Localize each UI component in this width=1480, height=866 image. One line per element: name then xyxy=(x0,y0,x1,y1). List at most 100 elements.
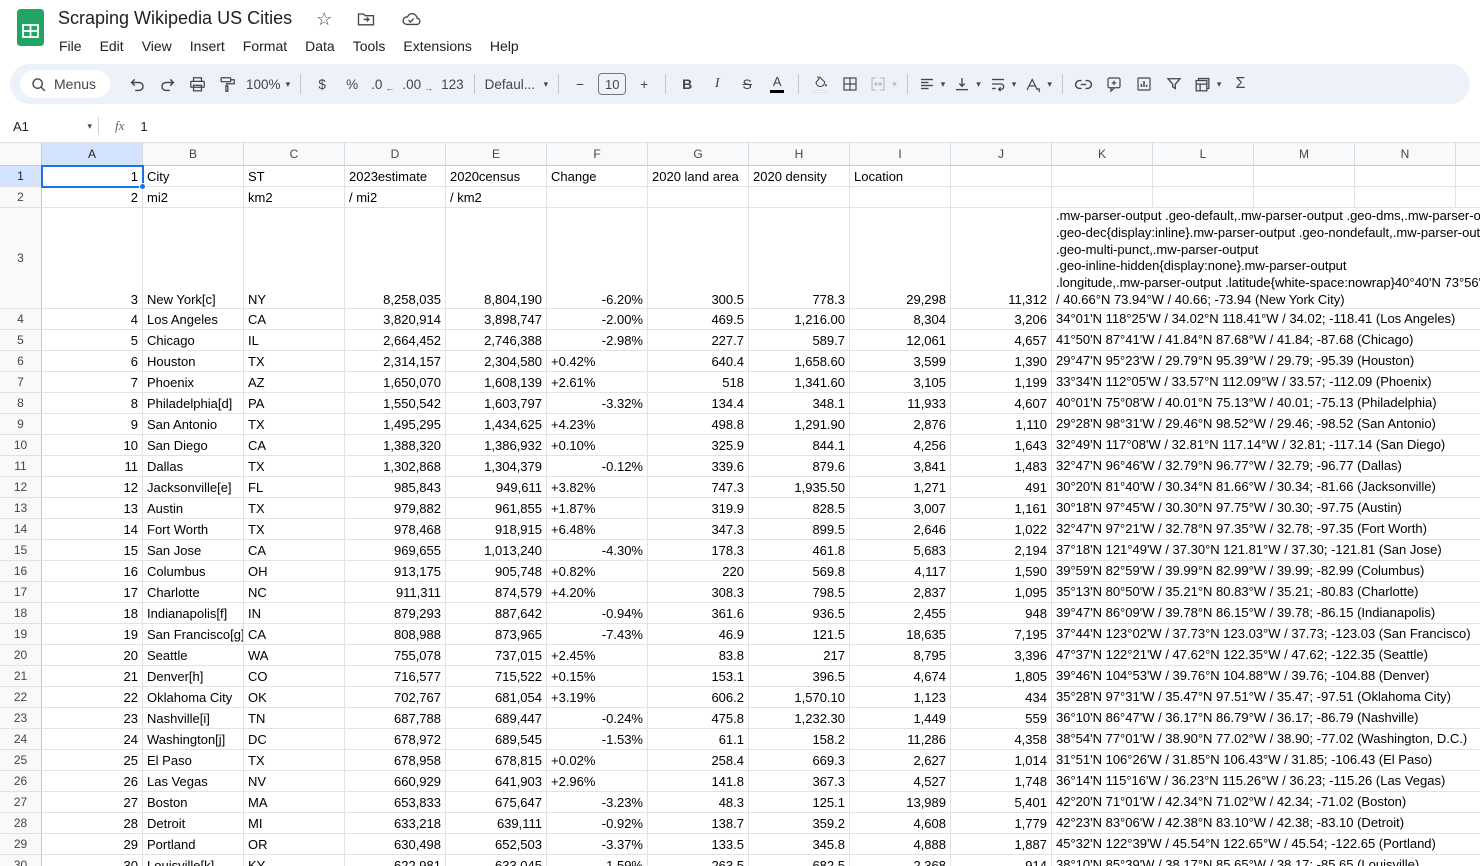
cell-A5[interactable]: 5 xyxy=(42,330,143,350)
cell-partial28[interactable] xyxy=(1456,813,1480,833)
cell-D19[interactable]: 808,988 xyxy=(345,624,446,644)
cell-B26[interactable]: Las Vegas xyxy=(143,771,244,791)
cell-G17[interactable]: 308.3 xyxy=(648,582,749,602)
cell-C17[interactable]: NC xyxy=(244,582,345,602)
cell-H16[interactable]: 569.8 xyxy=(749,561,850,581)
column-header-D[interactable]: D xyxy=(345,143,446,166)
cell-F1[interactable]: Change xyxy=(547,166,648,186)
cell-E6[interactable]: 2,304,580 xyxy=(446,351,547,371)
cell-K30[interactable]: 38°10'N 85°39'W / 38.17°N 85.65°W / 38.1… xyxy=(1052,855,1153,866)
column-header-B[interactable]: B xyxy=(143,143,244,166)
cell-B11[interactable]: Dallas xyxy=(143,456,244,476)
decrease-decimal-button[interactable]: .0← xyxy=(367,70,398,98)
cell-C16[interactable]: OH xyxy=(244,561,345,581)
column-header-A[interactable]: A xyxy=(42,143,143,166)
cell-F14[interactable]: +6.48% xyxy=(547,519,648,539)
menu-edit[interactable]: Edit xyxy=(91,35,133,57)
cell-E4[interactable]: 3,898,747 xyxy=(446,309,547,329)
row-header-10[interactable]: 10 xyxy=(0,435,42,455)
cell-J2[interactable] xyxy=(951,187,1052,207)
cell-G19[interactable]: 46.9 xyxy=(648,624,749,644)
cell-G3[interactable]: 300.5 xyxy=(648,208,749,308)
cell-A16[interactable]: 16 xyxy=(42,561,143,581)
cell-K6[interactable]: 29°47'N 95°23'W / 29.79°N 95.39°W / 29.7… xyxy=(1052,351,1153,371)
menu-file[interactable]: File xyxy=(50,35,91,57)
cell-B10[interactable]: San Diego xyxy=(143,435,244,455)
cell-C4[interactable]: CA xyxy=(244,309,345,329)
functions-button[interactable]: Σ xyxy=(1225,70,1255,98)
cell-D6[interactable]: 2,314,157 xyxy=(345,351,446,371)
cell-partial25[interactable] xyxy=(1456,750,1480,770)
cell-E29[interactable]: 652,503 xyxy=(446,834,547,854)
cell-E3[interactable]: 8,804,190 xyxy=(446,208,547,308)
cell-B1[interactable]: City xyxy=(143,166,244,186)
cell-partial30[interactable] xyxy=(1456,855,1480,866)
cell-F19[interactable]: -7.43% xyxy=(547,624,648,644)
cell-partial20[interactable] xyxy=(1456,645,1480,665)
cell-G6[interactable]: 640.4 xyxy=(648,351,749,371)
cell-F28[interactable]: -0.92% xyxy=(547,813,648,833)
cell-B15[interactable]: San Jose xyxy=(143,540,244,560)
cell-H2[interactable] xyxy=(749,187,850,207)
star-icon[interactable]: ☆ xyxy=(316,10,332,28)
row-header-11[interactable]: 11 xyxy=(0,456,42,476)
cell-D1[interactable]: 2023estimate xyxy=(345,166,446,186)
cell-K11[interactable]: 32°47'N 96°46'W / 32.79°N 96.77°W / 32.7… xyxy=(1052,456,1153,476)
cell-F3[interactable]: -6.20% xyxy=(547,208,648,308)
cell-D18[interactable]: 879,293 xyxy=(345,603,446,623)
column-header-I[interactable]: I xyxy=(850,143,951,166)
cell-J12[interactable]: 491 xyxy=(951,477,1052,497)
cell-J7[interactable]: 1,199 xyxy=(951,372,1052,392)
cell-E1[interactable]: 2020census xyxy=(446,166,547,186)
cell-C25[interactable]: TX xyxy=(244,750,345,770)
cell-H23[interactable]: 1,232.30 xyxy=(749,708,850,728)
cell-C2[interactable]: km2 xyxy=(244,187,345,207)
cell-partial29[interactable] xyxy=(1456,834,1480,854)
cell-B8[interactable]: Philadelphia[d] xyxy=(143,393,244,413)
horizontal-align-select[interactable]: ▾ xyxy=(914,70,950,98)
cell-F17[interactable]: +4.20% xyxy=(547,582,648,602)
cell-I22[interactable]: 1,123 xyxy=(850,687,951,707)
cell-I3[interactable]: 29,298 xyxy=(850,208,951,308)
cloud-status-icon[interactable] xyxy=(400,9,422,29)
fill-color-button[interactable] xyxy=(805,70,835,98)
cell-C20[interactable]: WA xyxy=(244,645,345,665)
cell-K22[interactable]: 35°28'N 97°31'W / 35.47°N 97.51°W / 35.4… xyxy=(1052,687,1153,707)
row-header-30[interactable]: 30 xyxy=(0,855,42,866)
fill-handle[interactable] xyxy=(139,183,146,190)
undo-button[interactable] xyxy=(122,70,152,98)
cell-D30[interactable]: 622,981 xyxy=(345,855,446,866)
cell-I27[interactable]: 13,989 xyxy=(850,792,951,812)
cell-partial12[interactable] xyxy=(1456,477,1480,497)
cell-I8[interactable]: 11,933 xyxy=(850,393,951,413)
cell-D23[interactable]: 687,788 xyxy=(345,708,446,728)
cell-D12[interactable]: 985,843 xyxy=(345,477,446,497)
cell-D26[interactable]: 660,929 xyxy=(345,771,446,791)
cell-B13[interactable]: Austin xyxy=(143,498,244,518)
cell-J14[interactable]: 1,022 xyxy=(951,519,1052,539)
cell-K8[interactable]: 40°01'N 75°08'W / 40.01°N 75.13°W / 40.0… xyxy=(1052,393,1153,413)
cell-F16[interactable]: +0.82% xyxy=(547,561,648,581)
cell-F15[interactable]: -4.30% xyxy=(547,540,648,560)
cell-C18[interactable]: IN xyxy=(244,603,345,623)
cell-partial7[interactable] xyxy=(1456,372,1480,392)
menu-format[interactable]: Format xyxy=(234,35,296,57)
cell-J19[interactable]: 7,195 xyxy=(951,624,1052,644)
font-select[interactable]: Defaul... ▾ xyxy=(481,70,553,98)
cell-C12[interactable]: FL xyxy=(244,477,345,497)
cell-B20[interactable]: Seattle xyxy=(143,645,244,665)
cell-J29[interactable]: 1,887 xyxy=(951,834,1052,854)
cell-H3[interactable]: 778.3 xyxy=(749,208,850,308)
cell-D25[interactable]: 678,958 xyxy=(345,750,446,770)
cell-F22[interactable]: +3.19% xyxy=(547,687,648,707)
cell-I16[interactable]: 4,117 xyxy=(850,561,951,581)
cell-I7[interactable]: 3,105 xyxy=(850,372,951,392)
cell-E20[interactable]: 737,015 xyxy=(446,645,547,665)
column-header-E[interactable]: E xyxy=(446,143,547,166)
cell-H22[interactable]: 1,570.10 xyxy=(749,687,850,707)
cell-F5[interactable]: -2.98% xyxy=(547,330,648,350)
cell-partial14[interactable] xyxy=(1456,519,1480,539)
cell-partial13[interactable] xyxy=(1456,498,1480,518)
cell-partial9[interactable] xyxy=(1456,414,1480,434)
cell-A4[interactable]: 4 xyxy=(42,309,143,329)
